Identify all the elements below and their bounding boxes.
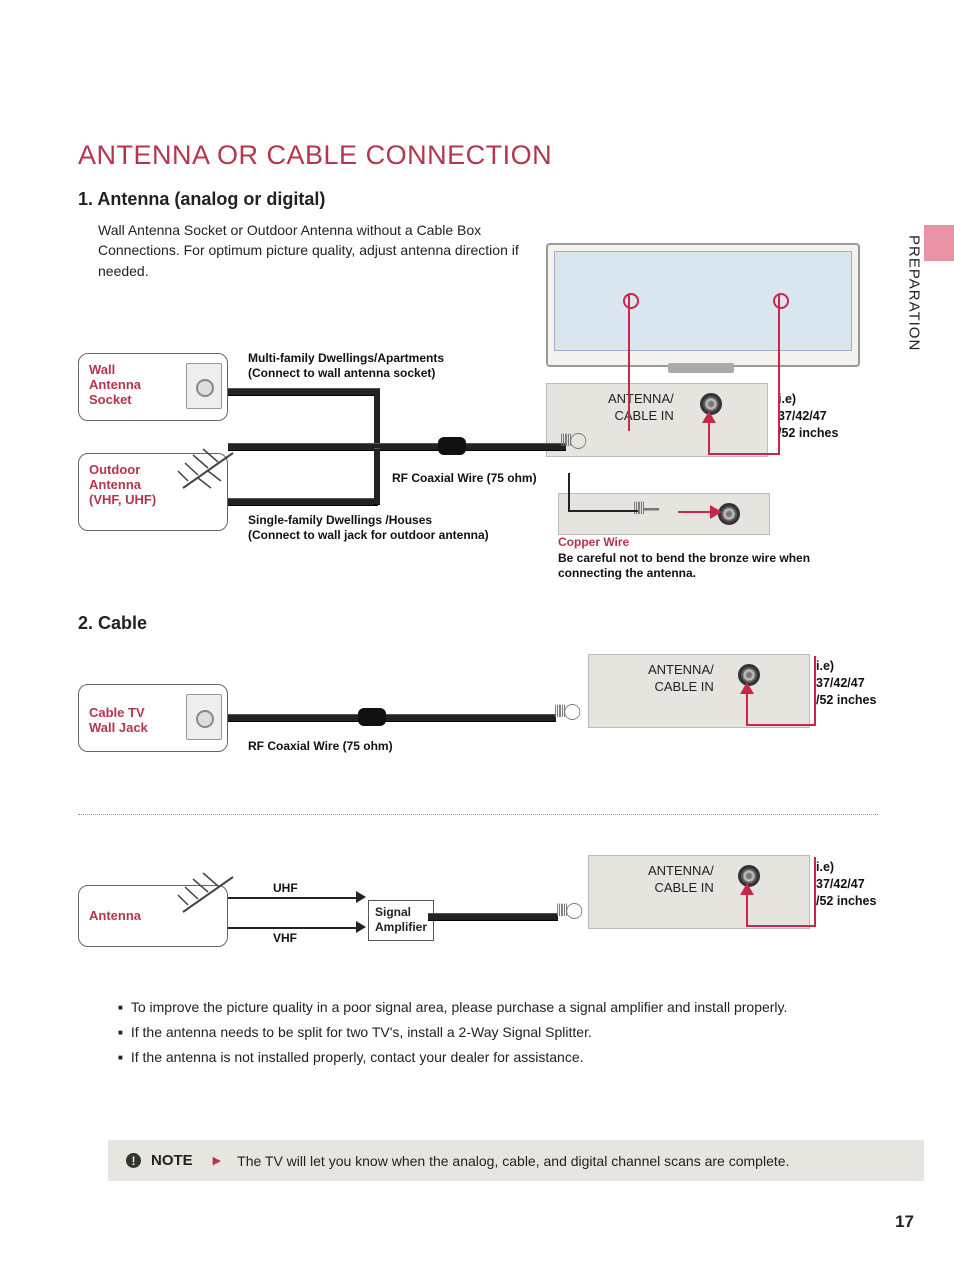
- red-line: [778, 365, 780, 455]
- wire: [428, 913, 558, 921]
- signal-amplifier-box: Signal Amplifier: [368, 900, 434, 941]
- red-line: [628, 365, 630, 431]
- wall-socket-icon: [186, 363, 222, 409]
- diagram-antenna: ANTENNA/ CABLE IN i.e) 37/42/47 /52 inch…: [78, 243, 878, 603]
- wire: [228, 927, 358, 929]
- page-title: ANTENNA OR CABLE CONNECTION: [78, 140, 894, 171]
- tips-list: To improve the picture quality in a poor…: [118, 995, 894, 1071]
- divider: [78, 814, 878, 815]
- wire-vert: [374, 448, 380, 505]
- arrow-right-icon: [356, 921, 366, 933]
- wire: [386, 714, 556, 722]
- diagram-cable: Cable TV Wall Jack ANTENNA/ CABLE IN i.e…: [78, 644, 878, 784]
- coax-plug-icon: ⦀⦀◯: [554, 704, 578, 722]
- tv-stand: [668, 363, 734, 373]
- note-icon: !: [126, 1153, 141, 1168]
- uhf-label: UHF: [273, 881, 298, 897]
- wire: [228, 443, 468, 451]
- wire: [228, 897, 358, 899]
- copper-wire-label: Copper Wire: [558, 535, 629, 551]
- section-tab-label: PREPARATION: [906, 235, 923, 351]
- tip-item: To improve the picture quality in a poor…: [118, 995, 894, 1020]
- note-text: The TV will let you know when the analog…: [237, 1153, 789, 1169]
- red-circle: [623, 293, 639, 309]
- section2-heading: 2. Cable: [78, 613, 894, 634]
- rf-coax-label: RF Coaxial Wire (75 ohm): [248, 739, 393, 755]
- wire: [466, 443, 566, 451]
- sizes-label: i.e) 37/42/47 /52 inches: [778, 391, 838, 442]
- sizes-label: i.e) 37/42/47 /52 inches: [816, 658, 876, 709]
- antenna-icon: [173, 867, 243, 917]
- red-line: [678, 511, 714, 513]
- antenna-cable-in-label: ANTENNA/ CABLE IN: [648, 662, 714, 696]
- red-line: [708, 453, 780, 455]
- wire: [228, 498, 378, 506]
- diagram-amplifier: Antenna UHF VHF Signal Amplifier ⦀⦀◯ ANT…: [78, 855, 878, 975]
- note-label: NOTE: [151, 1152, 193, 1169]
- arrow-up-icon: [740, 883, 754, 895]
- triangle-icon: ▶: [213, 1154, 221, 1167]
- tv-illustration: [546, 243, 860, 367]
- arrow-right-icon: [356, 891, 366, 903]
- note-bar: ! NOTE ▶ The TV will let you know when t…: [108, 1140, 924, 1181]
- coax-plug-icon: ⦀⦀◯: [560, 433, 584, 451]
- arrow-right-icon: [710, 505, 722, 519]
- wire: [568, 510, 638, 512]
- vhf-label: VHF: [273, 931, 297, 947]
- tip-item: If the antenna is not installed properly…: [118, 1045, 894, 1070]
- wall-socket-icon: [186, 694, 222, 740]
- red-line: [746, 925, 816, 927]
- arrow-up-icon: [740, 682, 754, 694]
- arrow-up-icon: [702, 411, 716, 423]
- rf-coax-label: RF Coaxial Wire (75 ohm): [392, 471, 537, 487]
- multi-family-label: Multi-family Dwellings/Apartments (Conne…: [248, 351, 444, 382]
- ferrite-core-icon: [358, 708, 386, 726]
- section-tab: PREPARATION: [904, 235, 924, 385]
- wire: [568, 473, 570, 511]
- red-circle: [773, 293, 789, 309]
- section1-heading: 1. Antenna (analog or digital): [78, 189, 894, 210]
- antenna-cable-in-label: ANTENNA/ CABLE IN: [608, 391, 674, 425]
- red-line: [746, 724, 816, 726]
- single-family-label: Single-family Dwellings /Houses (Connect…: [248, 513, 489, 544]
- ferrite-core-icon: [438, 437, 466, 455]
- sizes-label: i.e) 37/42/47 /52 inches: [816, 859, 876, 910]
- copper-wire-warning: Be careful not to bend the bronze wire w…: [558, 551, 838, 582]
- wire-vert: [374, 388, 380, 450]
- tip-item: If the antenna needs to be split for two…: [118, 1020, 894, 1045]
- page-number: 17: [895, 1212, 914, 1232]
- tab-color-marker: [924, 225, 954, 261]
- wire: [228, 388, 378, 396]
- red-line: [814, 656, 816, 726]
- antenna-cable-in-label: ANTENNA/ CABLE IN: [648, 863, 714, 897]
- red-line: [814, 857, 816, 927]
- coax-plug-icon: ⦀⦀◯: [556, 903, 580, 921]
